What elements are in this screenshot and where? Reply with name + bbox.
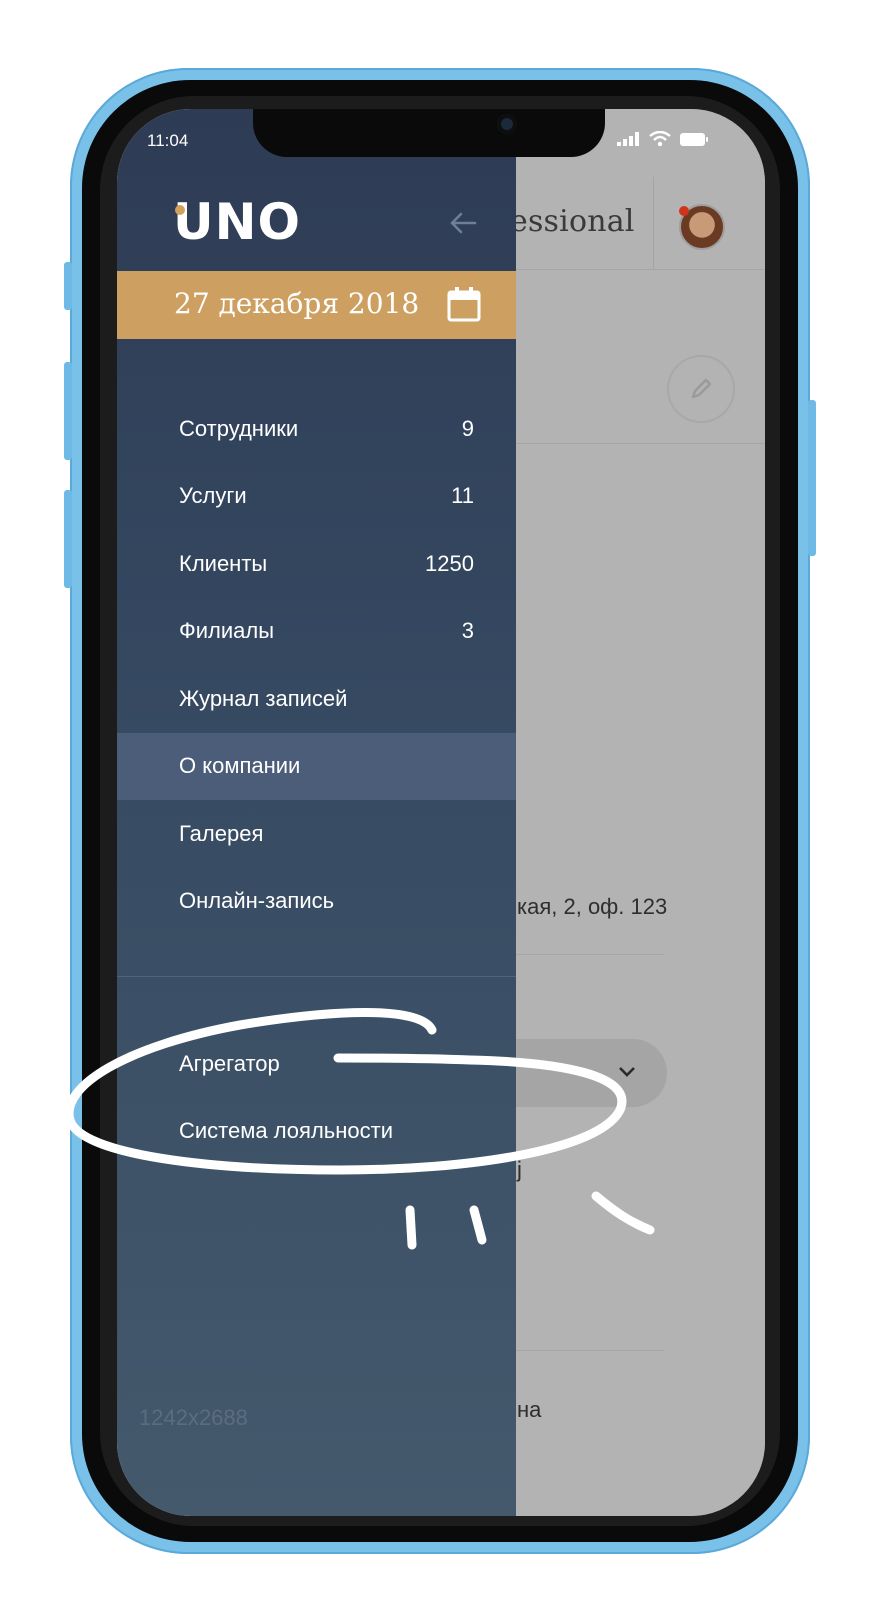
current-date: 27 декабря 2018 bbox=[174, 287, 420, 320]
background-header-title: essional bbox=[510, 204, 635, 239]
volume-up-button bbox=[64, 362, 72, 460]
dimension-watermark: 1242x2688 bbox=[139, 1405, 248, 1430]
back-arrow-icon[interactable] bbox=[447, 207, 479, 239]
menu-item-label: Журнал записей bbox=[179, 685, 348, 711]
status-icons bbox=[617, 131, 709, 147]
header-divider bbox=[653, 177, 654, 269]
menu-item-label: Услуги bbox=[179, 483, 247, 509]
menu-item-branches[interactable]: Филиалы 3 bbox=[117, 598, 516, 666]
pencil-icon bbox=[691, 378, 712, 399]
menu-item-label: О компании bbox=[179, 753, 301, 779]
chevron-down-icon bbox=[617, 1059, 637, 1085]
divider bbox=[516, 954, 664, 955]
menu-item-label: Онлайн-запись bbox=[179, 888, 335, 914]
menu-item-aggregator[interactable]: Агрегатор bbox=[117, 1030, 516, 1098]
menu-item-count: 1250 bbox=[425, 550, 474, 576]
menu-item-label: Галерея bbox=[179, 820, 264, 846]
notification-dot bbox=[679, 206, 689, 216]
divider bbox=[516, 443, 765, 444]
menu-item-about-company[interactable]: О компании bbox=[117, 732, 516, 800]
main-menu: Сотрудники 9 Услуги 11 Клиенты 1250 Фили… bbox=[117, 395, 516, 935]
battery-icon bbox=[680, 132, 708, 146]
menu-item-employees[interactable]: Сотрудники 9 bbox=[117, 395, 516, 463]
menu-item-label: Агрегатор bbox=[179, 1050, 280, 1076]
phone-screen: essional кая, 2, оф. 123 ј на 11:04 UNO … bbox=[117, 109, 765, 1516]
secondary-menu: Агрегатор Система лояльности bbox=[117, 1030, 516, 1165]
wifi-icon bbox=[649, 131, 671, 147]
edit-button[interactable] bbox=[667, 355, 735, 423]
mute-switch bbox=[64, 262, 72, 310]
menu-item-count: 3 bbox=[461, 618, 474, 644]
menu-item-count: 9 bbox=[461, 415, 474, 441]
app-logo: UNO bbox=[173, 193, 301, 251]
menu-item-label: Система лояльности bbox=[179, 1118, 393, 1144]
volume-down-button bbox=[64, 490, 72, 588]
menu-item-appointments-log[interactable]: Журнал записей bbox=[117, 665, 516, 733]
navigation-drawer: 11:04 UNO 27 декабря 2018 Сотрудники 9 У… bbox=[117, 109, 516, 1516]
menu-item-count: 11 bbox=[451, 483, 474, 509]
front-camera bbox=[497, 114, 517, 134]
menu-item-gallery[interactable]: Галерея bbox=[117, 800, 516, 868]
menu-item-online-booking[interactable]: Онлайн-запись bbox=[117, 868, 516, 936]
divider bbox=[516, 269, 765, 270]
calendar-icon[interactable] bbox=[447, 286, 481, 322]
address-text: кая, 2, оф. 123 bbox=[517, 894, 668, 919]
menu-item-label: Клиенты bbox=[179, 550, 268, 576]
menu-item-services[interactable]: Услуги 11 bbox=[117, 463, 516, 531]
menu-item-clients[interactable]: Клиенты 1250 bbox=[117, 530, 516, 598]
divider bbox=[516, 1350, 664, 1351]
menu-item-loyalty-system[interactable]: Система лояльности bbox=[117, 1098, 516, 1166]
menu-item-label: Сотрудники bbox=[179, 415, 299, 441]
date-selector[interactable]: 27 декабря 2018 bbox=[117, 271, 516, 339]
power-button bbox=[808, 400, 816, 556]
partial-text: ј bbox=[517, 1157, 522, 1182]
status-time: 11:04 bbox=[147, 131, 189, 150]
partial-text: на bbox=[517, 1397, 542, 1422]
cellular-signal-icon bbox=[617, 132, 639, 146]
menu-item-label: Филиалы bbox=[179, 618, 275, 644]
menu-divider bbox=[117, 976, 516, 977]
logo-accent-dot bbox=[175, 205, 185, 215]
phone-notch bbox=[253, 109, 605, 157]
